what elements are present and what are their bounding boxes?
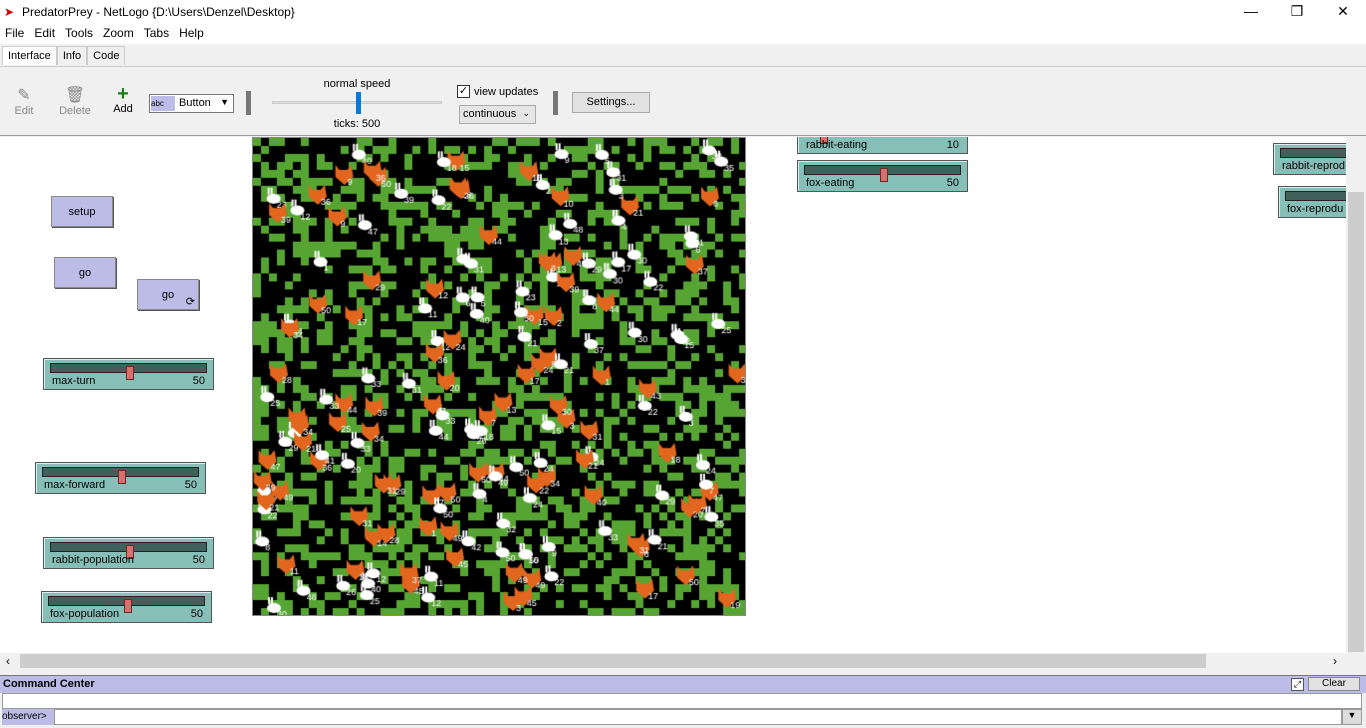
fox-eating-slider[interactable]: fox-eating 50 bbox=[797, 160, 968, 192]
settings-button[interactable]: Settings... bbox=[572, 92, 650, 113]
toolbar: ✎ Edit 🗑 Delete + Add abc Button ▼ normal s… bbox=[0, 66, 1366, 136]
speed-slider-thumb[interactable] bbox=[355, 92, 361, 114]
slider-value: 50 bbox=[192, 554, 205, 566]
menu-bar: File Edit Tools Zoom Tabs Help bbox=[0, 24, 1366, 44]
slider-value: 50 bbox=[190, 608, 203, 620]
slider-label: rabbit-reprod bbox=[1282, 160, 1345, 172]
view-updates-label: view updates bbox=[474, 86, 539, 98]
slider-value: 50 bbox=[192, 375, 205, 387]
button-widget-icon: abc bbox=[151, 96, 175, 111]
chevron-down-icon: ⌄ bbox=[522, 108, 530, 118]
add-label: Add bbox=[113, 103, 133, 115]
edit-button[interactable]: ✎ Edit bbox=[12, 85, 36, 117]
menu-edit[interactable]: Edit bbox=[29, 24, 60, 42]
slider-value: 50 bbox=[184, 479, 197, 491]
max-forward-slider[interactable]: max-forward 50 bbox=[35, 462, 206, 494]
command-center-header: Command Center ⤢ Clear bbox=[0, 675, 1366, 693]
slider-value: 50 bbox=[946, 177, 959, 189]
command-output bbox=[2, 693, 1362, 709]
slider-value: 10 bbox=[946, 139, 959, 151]
window-title: PredatorPrey - NetLogo {D:\Users\Denzel\… bbox=[22, 5, 295, 19]
add-button[interactable]: + Add bbox=[110, 83, 136, 115]
slider-label: fox-population bbox=[50, 608, 120, 620]
world-view[interactable] bbox=[252, 137, 746, 616]
netlogo-logo-icon: ➤ bbox=[4, 5, 15, 19]
update-mode-value: continuous bbox=[463, 108, 517, 120]
rabbit-reproduce-slider-clip: rabbit-reprod bbox=[1273, 143, 1346, 177]
plus-icon: + bbox=[117, 83, 129, 105]
rabbit-population-slider[interactable]: rabbit-population 50 bbox=[43, 537, 214, 569]
divider bbox=[553, 91, 558, 115]
slider-knob[interactable] bbox=[125, 366, 134, 380]
tab-code[interactable]: Code bbox=[87, 46, 126, 65]
menu-tools[interactable]: Tools bbox=[60, 24, 98, 42]
tick-counter: ticks: 500 bbox=[333, 118, 381, 130]
scrollbar-thumb[interactable] bbox=[20, 654, 1206, 668]
command-center-title: Command Center bbox=[3, 678, 95, 690]
fox-population-slider[interactable]: fox-population 50 bbox=[41, 591, 212, 623]
slider-label: fox-eating bbox=[806, 177, 855, 189]
menu-help[interactable]: Help bbox=[174, 24, 209, 42]
tab-bar: Interface Info Code bbox=[2, 46, 126, 66]
menu-file[interactable]: File bbox=[0, 24, 29, 42]
forever-icon: ⟳ bbox=[185, 296, 195, 308]
divider bbox=[246, 91, 251, 115]
command-input[interactable] bbox=[54, 709, 1342, 725]
setup-button[interactable]: setup bbox=[51, 196, 113, 227]
detach-icon[interactable]: ⤢ bbox=[1291, 678, 1304, 691]
fox-reproduce-slider-clip: fox-reprodu bbox=[1278, 186, 1346, 220]
widget-type-select[interactable]: abc Button ▼ bbox=[149, 94, 234, 113]
max-turn-slider[interactable]: max-turn 50 bbox=[43, 358, 214, 390]
slider-knob[interactable] bbox=[879, 168, 888, 182]
rabbit-reproduce-slider[interactable]: rabbit-reprod bbox=[1273, 143, 1346, 175]
go-label: go bbox=[161, 289, 175, 301]
go-once-button[interactable]: go bbox=[54, 257, 116, 288]
slider-label: max-forward bbox=[44, 479, 106, 491]
chevron-left-icon[interactable]: ‹ bbox=[6, 654, 10, 668]
view-updates-checkbox[interactable]: ✓ bbox=[457, 85, 470, 98]
slider-knob[interactable] bbox=[123, 599, 132, 613]
delete-label: Delete bbox=[59, 105, 91, 117]
delete-button[interactable]: 🗑 Delete bbox=[58, 85, 92, 117]
widget-type-value: Button bbox=[179, 97, 211, 109]
horizontal-scrollbar[interactable]: ‹ › bbox=[0, 653, 1346, 669]
tab-interface[interactable]: Interface bbox=[2, 46, 57, 65]
pencil-icon: ✎ bbox=[17, 87, 31, 104]
speed-slider[interactable] bbox=[272, 92, 442, 114]
minimize-button[interactable]: — bbox=[1228, 0, 1274, 24]
chevron-down-icon: ▼ bbox=[220, 97, 229, 107]
speed-label: normal speed bbox=[323, 78, 391, 90]
update-mode-select[interactable]: continuous ⌄ bbox=[459, 105, 536, 124]
chevron-right-icon[interactable]: › bbox=[1333, 654, 1337, 668]
go-forever-button[interactable]: go ⟳ bbox=[137, 279, 199, 310]
scrollbar-thumb[interactable] bbox=[1348, 192, 1364, 652]
slider-label: rabbit-population bbox=[52, 554, 134, 566]
close-button[interactable]: ✕ bbox=[1320, 0, 1366, 24]
fox-reproduce-slider[interactable]: fox-reprodu bbox=[1278, 186, 1346, 218]
slider-label: max-turn bbox=[52, 375, 96, 387]
vertical-scrollbar[interactable] bbox=[1346, 137, 1366, 653]
trash-icon: 🗑 bbox=[64, 87, 86, 104]
slider-knob[interactable] bbox=[117, 470, 126, 484]
clear-button[interactable]: Clear bbox=[1308, 677, 1360, 691]
slider-label: rabbit-eating bbox=[806, 139, 868, 151]
tab-info[interactable]: Info bbox=[56, 46, 88, 65]
observer-prompt[interactable]: observer> bbox=[2, 709, 54, 725]
restore-button[interactable]: ❐ bbox=[1274, 0, 1320, 24]
menu-tabs[interactable]: Tabs bbox=[139, 24, 174, 42]
history-dropdown-icon[interactable]: ▼ bbox=[1342, 709, 1362, 725]
title-bar: ➤ PredatorPrey - NetLogo {D:\Users\Denze… bbox=[0, 0, 1366, 24]
slider-label: fox-reprodu bbox=[1287, 203, 1344, 215]
edit-label: Edit bbox=[14, 105, 34, 117]
menu-zoom[interactable]: Zoom bbox=[98, 24, 139, 42]
